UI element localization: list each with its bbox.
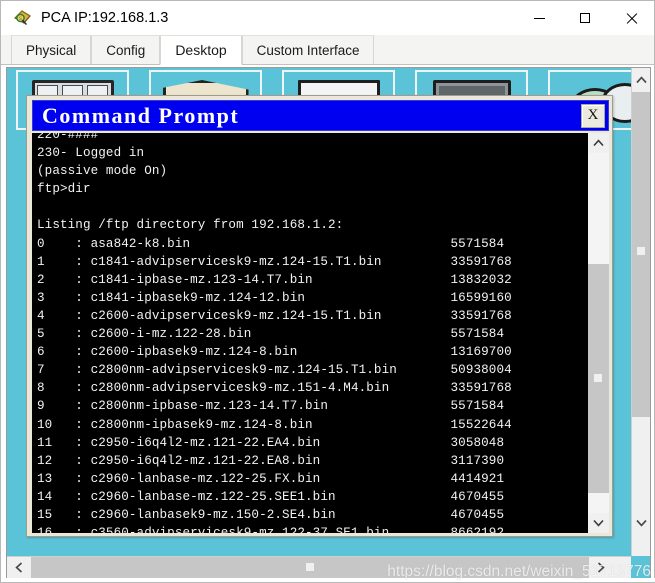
- tab-physical-label: Physical: [26, 42, 77, 58]
- terminal-line: 8 : c2800nm-advipservicesk9-mz.151-4.M4.…: [37, 381, 512, 396]
- desktop-vertical-scrollbar[interactable]: [631, 68, 650, 558]
- screenshot-root: S PCA IP:192.168.1.3 Physical Config Des…: [0, 0, 655, 583]
- terminal-line: 2 : c1841-ipbase-mz.123-14.T7.bin 138320…: [37, 272, 512, 287]
- desktop-scroll-right-button[interactable]: [589, 557, 613, 578]
- terminal-line: 5 : c2600-i-mz.122-28.bin 5571584: [37, 327, 505, 342]
- terminal-line: 16 : c3560-advipservicesk9-mz.122-37.SE1…: [37, 524, 512, 533]
- desktop-panel: Command Prompt X 220-#### 230- Logged in (…: [6, 67, 651, 579]
- desktop-scroll-up-button[interactable]: [632, 68, 650, 92]
- tab-config-label: Config: [106, 42, 146, 58]
- command-prompt-window: Command Prompt X 220-#### 230- Logged in (…: [26, 95, 613, 537]
- svg-text:S: S: [19, 16, 22, 22]
- desktop-hscroll-thumb-grip: [306, 563, 314, 571]
- maximize-icon: [580, 13, 590, 23]
- scrollbar-corner: [631, 556, 650, 578]
- desktop-scroll-down-button[interactable]: [632, 511, 650, 535]
- desktop-scroll-thumb[interactable]: [632, 92, 650, 417]
- terminal-line: 0 : asa842-k8.bin 5571584: [37, 236, 505, 251]
- close-button[interactable]: [608, 1, 654, 35]
- terminal-line: 4 : c2600-advipservicesk9-mz.124-15.T1.b…: [37, 308, 512, 323]
- desktop-scroll-left-button[interactable]: [7, 557, 31, 578]
- chevron-right-icon: [597, 562, 605, 573]
- chevron-down-icon: [593, 519, 604, 527]
- terminal-scroll-up-button[interactable]: [588, 133, 609, 153]
- tab-bar: Physical Config Desktop Custom Interface: [1, 35, 654, 65]
- terminal-line: 11 : c2950-i6q4l2-mz.121-22.EA4.bin 3058…: [37, 435, 505, 450]
- window-title: PCA IP:192.168.1.3: [41, 10, 169, 26]
- chevron-up-icon: [593, 139, 604, 147]
- terminal-line: 14 : c2960-lanbase-mz.122-25.SEE1.bin 46…: [37, 489, 505, 504]
- desktop-scroll-thumb-grip: [637, 247, 645, 255]
- window-titlebar: S PCA IP:192.168.1.3: [1, 1, 654, 35]
- maximize-button[interactable]: [562, 1, 608, 35]
- packet-tracer-pc-icon: S: [13, 8, 33, 28]
- command-prompt-close-label: X: [587, 107, 599, 123]
- pca-device-window: S PCA IP:192.168.1.3 Physical Config Des…: [0, 0, 655, 583]
- desktop-hscroll-thumb[interactable]: [31, 557, 589, 578]
- desktop-horizontal-scrollbar[interactable]: [7, 556, 632, 578]
- chevron-up-icon: [635, 76, 647, 84]
- terminal-line: 9 : c2800nm-ipbase-mz.123-14.T7.bin 5571…: [37, 399, 505, 414]
- terminal-line: Listing /ftp directory from 192.168.1.2:: [37, 218, 344, 233]
- window-bottom-edge: [1, 578, 655, 582]
- tab-custom-interface[interactable]: Custom Interface: [241, 35, 375, 64]
- terminal-line: 1 : c1841-advipservicesk9-mz.124-15.T1.b…: [37, 254, 512, 269]
- close-icon: [625, 12, 637, 24]
- terminal-line: 12 : c2950-i6q4l2-mz.121-22.EA8.bin 3117…: [37, 453, 505, 468]
- terminal-vertical-scrollbar[interactable]: [587, 133, 609, 533]
- minimize-icon: [533, 17, 545, 19]
- terminal-line: 230- Logged in: [37, 146, 145, 161]
- terminal-lines: 220-#### 230- Logged in (passive mode On) f…: [37, 133, 512, 533]
- minimize-button[interactable]: [516, 1, 562, 35]
- tab-desktop[interactable]: Desktop: [160, 35, 242, 65]
- window-controls: [516, 1, 654, 35]
- tab-config[interactable]: Config: [91, 35, 161, 64]
- terminal-scroll-down-button[interactable]: [588, 513, 609, 533]
- tab-custom-interface-label: Custom Interface: [256, 42, 360, 58]
- desktop-background: Command Prompt X 220-#### 230- Logged in (…: [7, 68, 650, 558]
- terminal-line: 3 : c1841-ipbasek9-mz.124-12.bin 1659916…: [37, 290, 512, 305]
- terminal-line: 6 : c2600-ipbasek9-mz.124-8.bin 13169700: [37, 345, 512, 360]
- command-prompt-close-button[interactable]: X: [581, 103, 605, 128]
- chevron-down-icon: [635, 519, 647, 527]
- command-prompt-title: Command Prompt: [42, 102, 240, 128]
- terminal-line: 7 : c2800nm-advipservicesk9-mz.124-15.T1…: [37, 363, 512, 378]
- terminal-line: 220-####: [37, 133, 99, 142]
- command-prompt-titlebar: Command Prompt X: [32, 100, 609, 131]
- chevron-left-icon: [15, 562, 23, 573]
- tab-desktop-label: Desktop: [175, 42, 227, 58]
- terminal-line: 10 : c2800nm-ipbasek9-mz.124-8.bin 15522…: [37, 417, 512, 432]
- terminal-line: ftp>dir: [37, 182, 91, 197]
- terminal-line: (passive mode On): [37, 164, 168, 179]
- terminal-scroll-thumb[interactable]: [588, 264, 609, 493]
- tab-physical[interactable]: Physical: [11, 35, 92, 64]
- terminal-scroll-thumb-grip: [594, 374, 602, 382]
- terminal-line: 13 : c2960-lanbase-mz.122-25.FX.bin 4414…: [37, 471, 505, 486]
- terminal-output-area[interactable]: 220-#### 230- Logged in (passive mode On) f…: [32, 133, 587, 533]
- terminal-line: 15 : c2960-lanbasek9-mz.150-2.SE4.bin 46…: [37, 507, 505, 522]
- command-prompt-body: 220-#### 230- Logged in (passive mode On) f…: [32, 133, 609, 533]
